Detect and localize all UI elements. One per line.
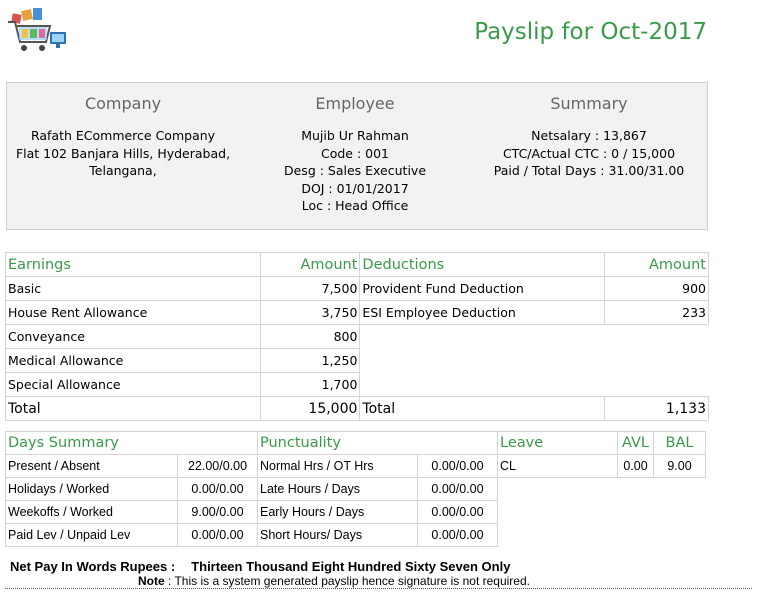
note-label: Note bbox=[138, 574, 165, 588]
days-value: 22.00/0.00 bbox=[177, 454, 258, 478]
payslip-note: Note : This is a system generated paysli… bbox=[138, 574, 530, 588]
earning-amount: 1,250 bbox=[259, 348, 361, 373]
punctuality-heading: Punctuality bbox=[257, 431, 498, 455]
earning-amount: 7,500 bbox=[259, 276, 361, 301]
summary-block: Summary Netsalary : 13,867 CTC/Actual CT… bbox=[471, 83, 707, 180]
earning-label: Medical Allowance bbox=[5, 348, 261, 373]
punctuality-label: Short Hours/ Days bbox=[257, 523, 418, 547]
deductions-heading: Deductions bbox=[359, 252, 606, 277]
leave-avl: 0.00 bbox=[617, 454, 654, 478]
summary-heading: Summary bbox=[550, 94, 628, 113]
days-label: Holidays / Worked bbox=[5, 477, 178, 501]
earnings-deductions-table: Earnings Amount Deductions Amount Basic … bbox=[5, 252, 709, 421]
punctuality-value: 0.00/0.00 bbox=[417, 523, 498, 547]
deductions-total-label: Total bbox=[359, 396, 606, 421]
note-text: : This is a system generated payslip hen… bbox=[164, 574, 530, 588]
table-row: Medical Allowance 1,250 bbox=[5, 348, 709, 373]
days-summary-heading: Days Summary bbox=[5, 431, 258, 455]
net-pay-label: Net Pay In Words Rupees : bbox=[10, 559, 176, 574]
deduction-amount: 233 bbox=[604, 300, 709, 325]
leave-heading: Leave bbox=[497, 431, 618, 455]
deductions-total: 1,133 bbox=[604, 396, 709, 421]
earnings-total-label: Total bbox=[5, 396, 261, 421]
earning-label: Special Allowance bbox=[5, 372, 261, 397]
deduction-label: Provident Fund Deduction bbox=[359, 276, 606, 301]
total-row: Total 15,000 Total 1,133 bbox=[5, 396, 709, 421]
days-label: Present / Absent bbox=[5, 454, 178, 478]
employee-doj: DOJ : 01/01/2017 bbox=[301, 180, 409, 196]
earning-amount: 1,700 bbox=[259, 372, 361, 397]
summary-paid-days: Paid / Total Days : 31.00/31.00 bbox=[493, 163, 685, 178]
leave-bal-heading: BAL bbox=[653, 431, 706, 455]
employee-location: Loc : Head Office bbox=[301, 198, 409, 213]
earning-label: Basic bbox=[5, 276, 261, 301]
earnings-amount-heading: Amount bbox=[259, 252, 361, 277]
deduction-label: ESI Employee Deduction bbox=[359, 300, 606, 325]
attendance-header-row: Days Summary Punctuality Leave AVL BAL bbox=[5, 431, 706, 455]
employee-designation: Desg : Sales Executive bbox=[283, 163, 427, 178]
company-name: Rafath ECommerce Company bbox=[30, 128, 216, 143]
deduction-amount: 900 bbox=[604, 276, 709, 301]
employee-block: Employee Mujib Ur Rahman Code : 001 Desg… bbox=[239, 83, 471, 215]
deductions-amount-heading: Amount bbox=[604, 252, 709, 277]
days-label: Weekoffs / Worked bbox=[5, 500, 178, 524]
punctuality-label: Early Hours / Days bbox=[257, 500, 418, 524]
leave-avl-heading: AVL bbox=[617, 431, 654, 455]
punctuality-label: Normal Hrs / OT Hrs bbox=[257, 454, 418, 478]
summary-netsalary: Netsalary : 13,867 bbox=[531, 128, 647, 143]
punctuality-value: 0.00/0.00 bbox=[417, 454, 498, 478]
company-block: Company Rafath ECommerce Company Flat 10… bbox=[7, 83, 239, 180]
table-row: Special Allowance 1,700 bbox=[5, 372, 709, 397]
days-value: 0.00/0.00 bbox=[177, 523, 258, 547]
table-row: Basic 7,500 Provident Fund Deduction 900 bbox=[5, 276, 709, 301]
earning-label: House Rent Allowance bbox=[5, 300, 261, 325]
punctuality-value: 0.00/0.00 bbox=[417, 477, 498, 501]
punctuality-label: Late Hours / Days bbox=[257, 477, 418, 501]
punctuality-value: 0.00/0.00 bbox=[417, 500, 498, 524]
payslip-title: Payslip for Oct-2017 bbox=[474, 19, 707, 45]
table-row: Present / Absent 22.00/0.00 Normal Hrs /… bbox=[5, 454, 706, 478]
employee-code: Code : 001 bbox=[320, 145, 390, 161]
table-row: Weekoffs / Worked 9.00/0.00 Early Hours … bbox=[5, 500, 706, 524]
table-row: Paid Lev / Unpaid Lev 0.00/0.00 Short Ho… bbox=[5, 523, 706, 547]
earning-label: Conveyance bbox=[5, 324, 261, 349]
company-address-line2: Telangana, bbox=[89, 163, 157, 178]
days-value: 9.00/0.00 bbox=[177, 500, 258, 524]
earnings-heading: Earnings bbox=[5, 252, 261, 277]
company-address-line1: Flat 102 Banjara Hills, Hyderabad, bbox=[15, 145, 231, 161]
table-row: Holidays / Worked 0.00/0.00 Late Hours /… bbox=[5, 477, 706, 501]
earning-amount: 3,750 bbox=[259, 300, 361, 325]
table-row: House Rent Allowance 3,750 ESI Employee … bbox=[5, 300, 709, 325]
net-pay-amount-words: Thirteen Thousand Eight Hundred Sixty Se… bbox=[191, 559, 511, 574]
attendance-table: Days Summary Punctuality Leave AVL BAL P… bbox=[5, 431, 706, 547]
company-heading: Company bbox=[84, 94, 162, 113]
days-label: Paid Lev / Unpaid Lev bbox=[5, 523, 178, 547]
table-header-row: Earnings Amount Deductions Amount bbox=[5, 252, 709, 277]
employee-name: Mujib Ur Rahman bbox=[301, 128, 409, 143]
employee-heading: Employee bbox=[315, 94, 395, 113]
shopping-cart-logo-icon bbox=[8, 8, 66, 51]
payslip-header-panel: Company Rafath ECommerce Company Flat 10… bbox=[6, 82, 708, 230]
days-value: 0.00/0.00 bbox=[177, 477, 258, 501]
summary-ctc: CTC/Actual CTC : 0 / 15,000 bbox=[502, 145, 676, 161]
leave-type: CL bbox=[497, 454, 618, 478]
earnings-total: 15,000 bbox=[259, 396, 361, 421]
table-row: Conveyance 800 bbox=[5, 324, 709, 349]
earning-amount: 800 bbox=[259, 324, 361, 349]
leave-bal: 9.00 bbox=[653, 454, 706, 478]
footer-divider bbox=[5, 588, 752, 589]
net-pay-words: Net Pay In Words Rupees : Thirteen Thousa… bbox=[10, 559, 510, 574]
